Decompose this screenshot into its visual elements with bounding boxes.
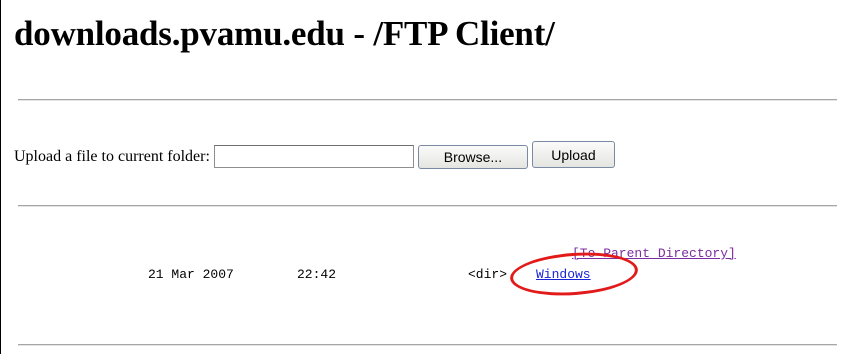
entry-type: <dir> [468,267,508,282]
directory-listing: [To Parent Directory] 21 Mar 2007 22:42 … [0,0,843,354]
entry-date: 21 Mar 2007 [148,267,234,282]
divider-bottom [18,344,837,346]
windows-folder-link[interactable]: Windows [536,267,591,282]
parent-directory-link[interactable]: [To Parent Directory] [572,246,736,261]
entry-time: 22:42 [297,267,337,282]
ftp-listing-page: downloads.pvamu.edu - /FTP Client/ Uploa… [0,0,843,354]
